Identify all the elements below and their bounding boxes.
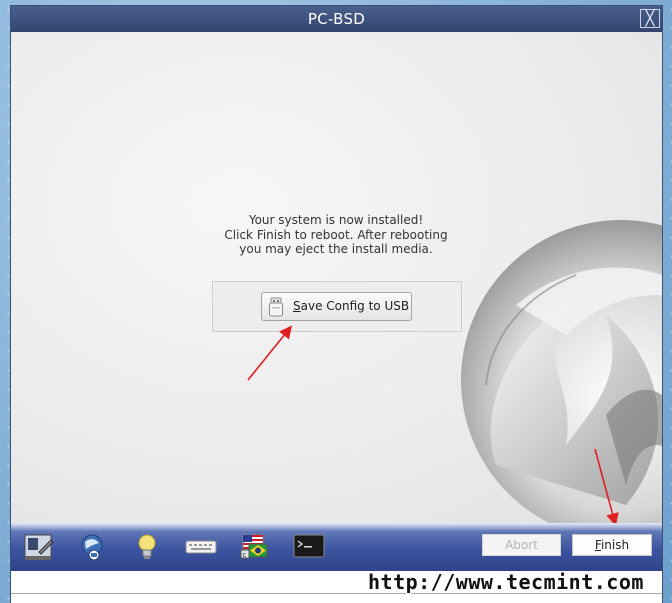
network-globe-icon[interactable]	[77, 532, 109, 562]
save-config-to-usb-button[interactable]: Save Config to USB	[261, 292, 412, 321]
message-line-2: Click Finish to reboot. After rebooting	[224, 227, 448, 242]
keyboard-icon[interactable]	[185, 532, 217, 562]
terminal-icon[interactable]	[293, 532, 325, 562]
finish-button[interactable]: Finish	[572, 534, 652, 556]
installer-window: PC-BSD ╳ Your system is now installed! C…	[11, 6, 662, 603]
abort-button[interactable]: Abort	[482, 534, 561, 556]
language-flag-icon[interactable]: c	[239, 532, 271, 562]
message-line-3: you may eject the install media.	[239, 242, 433, 256]
tecmint-watermark: http://www.tecmint.com	[368, 570, 644, 594]
svg-text:c: c	[243, 551, 247, 559]
install-complete-panel: Your system is now installed! Click Fini…	[11, 32, 662, 523]
lightbulb-icon[interactable]	[131, 532, 163, 562]
message-line-1: Your system is now installed!	[248, 213, 424, 227]
save-config-label: Save Config to USB	[293, 299, 410, 313]
pcbsd-flame-logo	[461, 220, 662, 523]
usb-drive-icon	[269, 297, 283, 317]
installer-toolbar: c Abort Finish	[11, 523, 662, 571]
usb-save-frame: Save Config to USB	[212, 281, 462, 332]
close-icon: ╳	[645, 9, 655, 27]
install-complete-message: Your system is now installed! Click Fini…	[151, 213, 521, 257]
arrow-to-usb-button	[247, 325, 293, 381]
window-title: PC-BSD	[307, 10, 366, 28]
close-button[interactable]: ╳	[640, 9, 660, 28]
system-tools-icon[interactable]	[23, 532, 55, 562]
title-bar[interactable]: PC-BSD ╳	[11, 6, 662, 32]
